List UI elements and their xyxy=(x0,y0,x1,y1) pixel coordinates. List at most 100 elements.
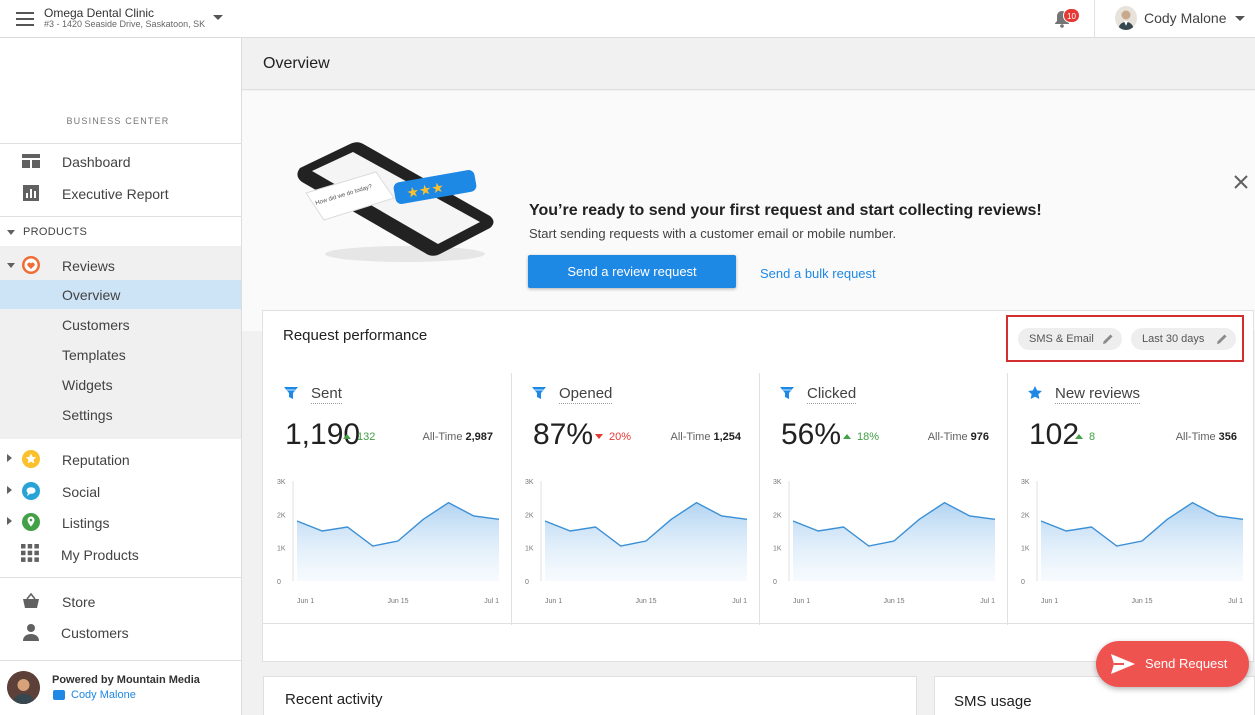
send-review-request-button[interactable]: Send a review request xyxy=(528,255,736,288)
stat-label[interactable]: Opened xyxy=(559,385,613,404)
sidebar-item-dashboard[interactable]: Dashboard xyxy=(0,146,241,176)
y-tick-label: 2K xyxy=(773,512,782,519)
alltime-label: All-Time xyxy=(422,431,463,443)
sidebar-subitem-label: Customers xyxy=(62,317,130,333)
sidebar-subitem-label: Settings xyxy=(62,407,113,423)
funnel-icon xyxy=(780,387,794,399)
banner-heading: You’re ready to send your first request … xyxy=(529,202,1042,219)
user-menu-caret-icon[interactable] xyxy=(1235,16,1245,21)
sidebar-item-label: Social xyxy=(62,484,101,500)
expand-caret-icon xyxy=(7,486,12,494)
y-tick-label: 2K xyxy=(525,512,534,519)
alltime-value: 976 xyxy=(970,431,989,443)
send-icon xyxy=(1111,654,1135,674)
stat-delta-value: 8 xyxy=(1089,431,1096,443)
x-tick-label: Jul 1 xyxy=(1228,598,1243,605)
products-label: PRODUCTS xyxy=(23,226,88,238)
request-performance-card: Request performance SMS & Email Last 30 … xyxy=(262,310,1254,662)
user-avatar[interactable] xyxy=(1115,6,1137,30)
sidebar-item-label: Executive Report xyxy=(62,186,169,202)
stat-label[interactable]: New reviews xyxy=(1055,385,1141,404)
stat-value: 56% xyxy=(781,418,842,451)
stat-column-clicked: Clicked 56% 18% All-Time 976 0 1K 2K 3K Jun 1 Jun … xyxy=(759,373,1007,625)
sidebar-footer: Powered by Mountain Media Cody Malone xyxy=(0,660,241,715)
y-tick-label: 1K xyxy=(277,546,286,553)
sidebar-item-label: Listings xyxy=(62,515,110,531)
trend-up-icon xyxy=(843,434,851,439)
chip-label: SMS & Email xyxy=(1029,333,1094,345)
products-section-header[interactable]: PRODUCTS xyxy=(0,224,241,240)
y-tick-label: 1K xyxy=(525,546,534,553)
send-bulk-request-link[interactable]: Send a bulk request xyxy=(760,266,876,281)
sidebar-item-customers[interactable]: Customers xyxy=(0,617,241,647)
reviews-heart-icon xyxy=(22,256,40,274)
stat-delta: 132 xyxy=(343,431,375,443)
stat-value: 87% xyxy=(533,418,594,451)
y-tick-label: 0 xyxy=(1021,579,1025,586)
sidebar-item-executive-report[interactable]: Executive Report xyxy=(0,178,241,208)
stat-label[interactable]: Sent xyxy=(311,385,342,404)
series-area xyxy=(545,502,747,581)
footer-avatar[interactable] xyxy=(7,671,40,704)
star-icon xyxy=(22,450,40,468)
area-chart: 0 1K 2K 3K Jun 1 Jun 15 Jul 1 xyxy=(1021,479,1243,605)
area-chart: 0 1K 2K 3K Jun 1 Jun 15 Jul 1 xyxy=(773,479,995,605)
business-name[interactable]: Omega Dental Clinic xyxy=(44,6,154,20)
sidebar-subitem-label: Widgets xyxy=(62,377,113,393)
sidebar-item-social[interactable]: Social xyxy=(0,476,241,506)
x-tick-label: Jul 1 xyxy=(980,598,995,605)
user-name[interactable]: Cody Malone xyxy=(1144,10,1227,26)
send-request-fab[interactable]: Send Request xyxy=(1096,641,1249,687)
date-range-filter-chip[interactable]: Last 30 days xyxy=(1131,328,1236,350)
x-tick-label: Jun 15 xyxy=(387,598,408,605)
sidebar-item-label: Store xyxy=(62,594,96,610)
close-icon[interactable] xyxy=(1233,174,1249,190)
channel-filter-chip[interactable]: SMS & Email xyxy=(1018,328,1122,350)
y-tick-label: 2K xyxy=(277,512,286,519)
sidebar-divider xyxy=(0,577,241,578)
y-tick-label: 3K xyxy=(1021,479,1030,486)
business-address[interactable]: #3 - 1420 Seaside Drive, Saskatoon, SK xyxy=(44,19,205,29)
funnel-icon xyxy=(284,387,298,399)
stat-value: 102 xyxy=(1029,418,1080,451)
expand-caret-icon xyxy=(7,454,12,462)
recent-activity-card: Recent activity xyxy=(263,676,917,715)
stat-delta-value: 132 xyxy=(357,431,376,443)
sidebar-item-reputation[interactable]: Reputation xyxy=(0,444,241,474)
stat-column-new-reviews: New reviews 102 8 All-Time 356 0 1K 2K 3K Jun 1 Ju… xyxy=(1007,373,1255,625)
sidebar-item-my-products[interactable]: My Products xyxy=(0,539,241,569)
footer-user-link[interactable]: Cody Malone xyxy=(71,689,136,701)
edit-pencil-icon xyxy=(1103,334,1113,344)
chip-label: Last 30 days xyxy=(1142,333,1205,345)
funnel-icon xyxy=(532,387,546,399)
grid-icon xyxy=(21,544,39,562)
series-area xyxy=(297,502,499,581)
stat-label[interactable]: Clicked xyxy=(807,385,857,404)
chat-icon xyxy=(53,690,65,700)
alltime-stat: All-Time 2,987 xyxy=(423,431,493,443)
sidebar-item-label: Reputation xyxy=(62,452,130,468)
menu-icon[interactable] xyxy=(16,12,34,26)
basket-icon xyxy=(23,592,39,608)
page-title: Overview xyxy=(263,55,330,72)
sidebar-subitem-settings[interactable]: Settings xyxy=(0,400,241,430)
sidebar-subitem-widgets[interactable]: Widgets xyxy=(0,370,241,400)
sidebar-subitem-templates[interactable]: Templates xyxy=(0,340,241,370)
y-tick-label: 3K xyxy=(773,479,782,486)
sidebar-item-reviews[interactable]: Reviews xyxy=(0,250,241,280)
sidebar-item-listings[interactable]: Listings xyxy=(0,507,241,537)
x-tick-label: Jun 15 xyxy=(1131,598,1152,605)
sidebar-subitem-overview[interactable]: Overview xyxy=(0,280,241,309)
trend-up-icon xyxy=(1075,434,1083,439)
y-tick-label: 3K xyxy=(525,479,534,486)
alltime-value: 1,254 xyxy=(713,431,741,443)
business-switcher-caret-icon[interactable] xyxy=(213,15,223,20)
bar-chart-icon xyxy=(23,185,39,201)
sidebar-item-store[interactable]: Store xyxy=(0,586,241,616)
stat-delta-value: 18% xyxy=(857,431,880,443)
top-bar: Omega Dental Clinic #3 - 1420 Seaside Dr… xyxy=(0,0,1255,38)
expand-caret-icon xyxy=(7,517,12,525)
sidebar-item-label: Reviews xyxy=(62,258,115,274)
sidebar-subitem-customers[interactable]: Customers xyxy=(0,310,241,340)
stat-delta-value: 20% xyxy=(609,431,632,443)
